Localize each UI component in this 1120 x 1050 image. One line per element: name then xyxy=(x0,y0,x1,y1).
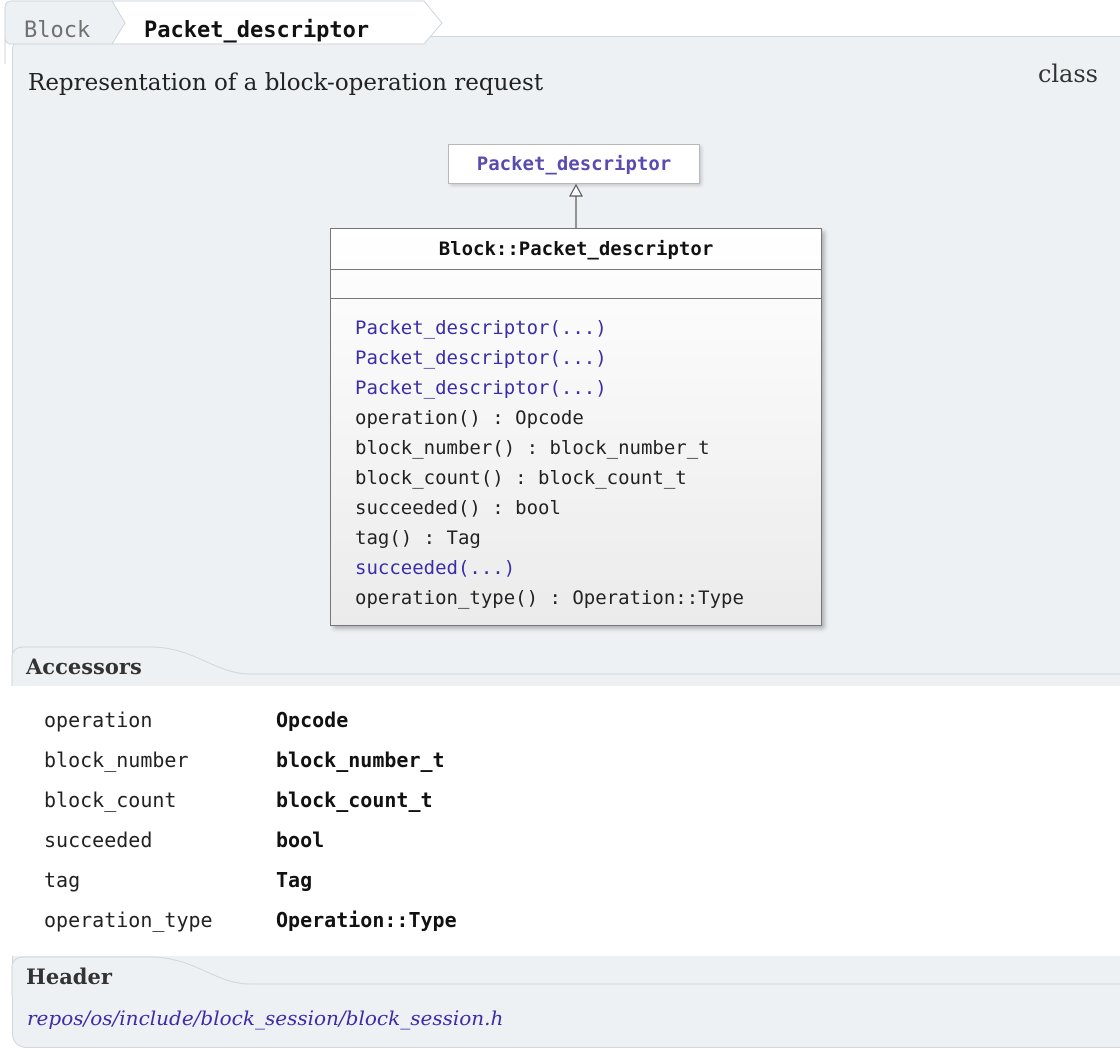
accessor-name: operation_type xyxy=(44,908,213,932)
operation-link[interactable]: Packet_descriptor(...) xyxy=(355,313,821,343)
accessor-row: block_number block_number_t xyxy=(44,740,457,780)
header-section-header: Header xyxy=(0,956,1120,996)
accessor-name: block_count xyxy=(44,788,177,812)
accessor-name: succeeded xyxy=(44,828,153,852)
operation-link[interactable]: succeeded(...) xyxy=(355,553,821,583)
operation-link[interactable]: Packet_descriptor(...) xyxy=(355,373,821,403)
breadcrumb: Block Packet_descriptor xyxy=(4,0,504,64)
operation-link[interactable]: Packet_descriptor(...) xyxy=(355,343,821,373)
operation-item: block_count() : block_count_t xyxy=(355,467,687,489)
section-tab-shape xyxy=(11,956,1120,996)
breadcrumb-parent-link[interactable]: Block xyxy=(24,16,90,46)
class-description: Representation of a block-operation requ… xyxy=(28,70,544,96)
class-diagram-box: Block::Packet_descriptor Packet_descript… xyxy=(330,228,822,626)
accessor-name: block_number xyxy=(44,748,189,772)
accessors-section-header: Accessors xyxy=(0,646,1120,686)
accessor-name: operation xyxy=(44,708,153,732)
operation-item: operation() : Opcode xyxy=(355,407,584,429)
accessor-row: operation_type Operation::Type xyxy=(44,900,457,940)
operation-item: succeeded() : bool xyxy=(355,497,561,519)
class-diagram-operations: Packet_descriptor(...) Packet_descriptor(… xyxy=(331,299,821,613)
accessor-type: Tag xyxy=(276,868,313,892)
accessor-row: tag Tag xyxy=(44,860,457,900)
accessor-row: operation Opcode xyxy=(44,700,457,740)
section-tab-shape xyxy=(11,646,1120,686)
kind-label: class xyxy=(1037,60,1098,88)
inheritance-arrow xyxy=(568,183,584,228)
accessor-type: block_count_t xyxy=(276,788,433,812)
header-file-link[interactable]: repos/os/include/block_session/block_ses… xyxy=(27,1006,503,1030)
accessor-row: succeeded bool xyxy=(44,820,457,860)
header-title: Header xyxy=(26,964,112,989)
accessor-type: Opcode xyxy=(276,708,349,732)
operation-item: block_number() : block_number_t xyxy=(355,437,710,459)
accessors-table: operation Opcode block_number block_number_… xyxy=(44,700,457,940)
operation-item: operation_type() : Operation::Type xyxy=(355,587,744,609)
operation-item: tag() : Tag xyxy=(355,527,481,549)
accessor-row: block_count block_count_t xyxy=(44,780,457,820)
accessor-type: Operation::Type xyxy=(276,908,457,932)
accessors-title: Accessors xyxy=(26,654,142,679)
breadcrumb-current: Packet_descriptor xyxy=(144,18,370,43)
base-class-link[interactable]: Packet_descriptor xyxy=(448,144,700,184)
class-diagram-name: Block::Packet_descriptor xyxy=(331,229,821,270)
accessor-name: tag xyxy=(44,868,81,892)
accessor-type: block_number_t xyxy=(276,748,445,772)
class-diagram-attributes xyxy=(331,270,821,299)
accessor-type: bool xyxy=(276,828,325,852)
